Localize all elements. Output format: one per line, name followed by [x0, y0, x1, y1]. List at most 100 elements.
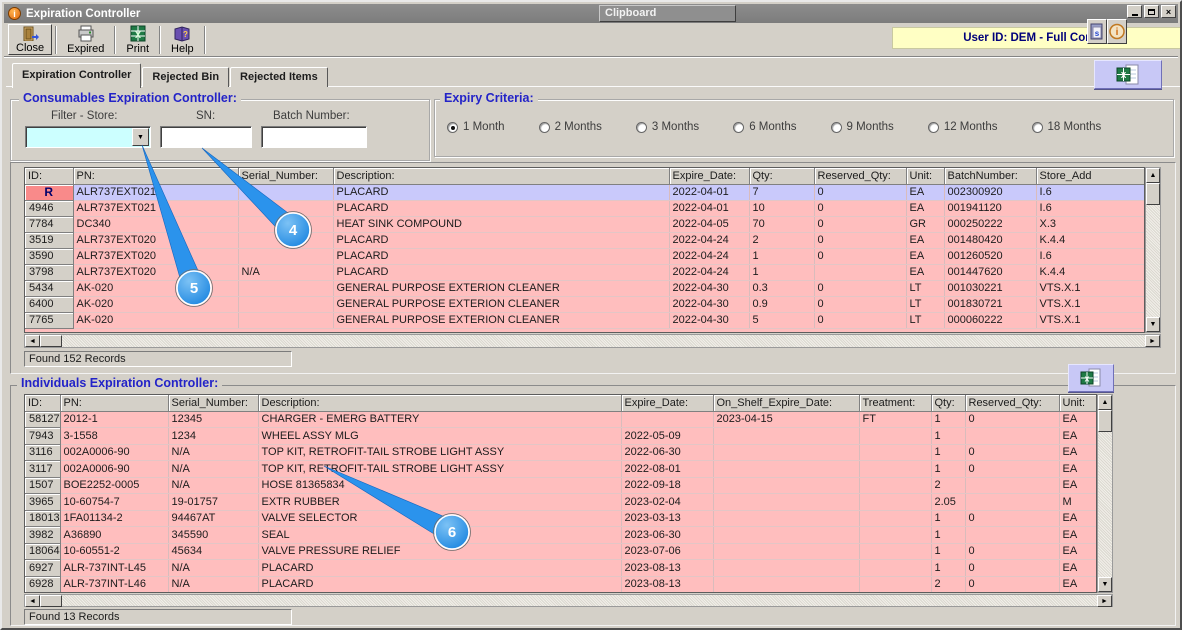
- row-header-cell[interactable]: 1507: [25, 477, 61, 494]
- column-header[interactable]: Unit:: [906, 168, 945, 185]
- column-header[interactable]: Qty:: [931, 395, 966, 412]
- help-button[interactable]: ? Help: [164, 24, 201, 55]
- table-row[interactable]: 3798 ALR737EXT020 N/A PLACARD 2022-04-24…: [25, 264, 1144, 281]
- scroll-down-icon[interactable]: ▼: [1098, 577, 1112, 592]
- column-header[interactable]: Treatment:: [859, 395, 932, 412]
- clipboard-window-title[interactable]: Clipboard: [599, 5, 736, 22]
- row-header-cell[interactable]: 3982: [25, 526, 61, 544]
- tab[interactable]: Expiration Controller: [12, 63, 142, 88]
- column-header[interactable]: Serial_Number:: [238, 168, 334, 185]
- table-row[interactable]: 1507 BOE2252-0005 N/A HOSE 81365834 2022…: [25, 477, 1096, 494]
- row-header-cell[interactable]: 6928: [25, 576, 61, 592]
- column-header[interactable]: On_Shelf_Expire_Date:: [713, 395, 860, 412]
- column-header[interactable]: Reserved_Qty:: [814, 168, 907, 185]
- table-row[interactable]: 4946 ALR737EXT021 PLACARD 2022-04-01 10 …: [25, 200, 1144, 217]
- consumables-horizontal-scrollbar[interactable]: ◄ ►: [24, 334, 1161, 348]
- scroll-thumb[interactable]: [40, 595, 62, 607]
- table-row[interactable]: 7943 3-1558 1234 WHEEL ASSY MLG 2022-05-…: [25, 427, 1096, 445]
- scroll-thumb[interactable]: [1098, 410, 1112, 432]
- expired-button[interactable]: Expired: [60, 24, 111, 55]
- row-header-cell[interactable]: 3116: [25, 444, 61, 461]
- column-header[interactable]: PN:: [60, 395, 169, 412]
- expiry-radio-option[interactable]: 9 Months: [830, 121, 894, 133]
- scroll-up-icon[interactable]: ▲: [1146, 168, 1160, 183]
- column-header[interactable]: BatchNumber:: [944, 168, 1037, 185]
- export-excel-button-individuals[interactable]: X: [1068, 364, 1114, 392]
- row-header-cell[interactable]: 18013: [25, 510, 61, 527]
- individuals-horizontal-scrollbar[interactable]: ◄ ►: [24, 594, 1113, 607]
- close-button[interactable]: Close: [8, 24, 53, 55]
- row-header-cell[interactable]: 3519: [25, 232, 74, 249]
- scroll-left-icon[interactable]: ◄: [25, 595, 40, 607]
- table-row[interactable]: 18064 10-60551-2 45634 VALVE PRESSURE RE…: [25, 543, 1096, 560]
- row-header-cell[interactable]: 6400: [25, 296, 74, 313]
- expiry-radio-option[interactable]: 12 Months: [927, 121, 998, 133]
- row-header-cell[interactable]: 3798: [25, 264, 74, 281]
- column-header[interactable]: Serial_Number:: [168, 395, 259, 412]
- row-header-cell[interactable]: 3117: [25, 460, 61, 478]
- table-row[interactable]: 3519 ALR737EXT020 PLACARD 2022-04-24 2 0…: [25, 232, 1144, 249]
- scroll-thumb[interactable]: [1146, 183, 1160, 205]
- consumables-vertical-scrollbar[interactable]: ▲ ▼: [1145, 167, 1161, 333]
- sn-input[interactable]: [160, 126, 252, 148]
- info-tool-button[interactable]: i: [1107, 19, 1127, 44]
- row-header-cell[interactable]: 6927: [25, 559, 61, 577]
- table-row[interactable]: 58127 2012-1 12345 CHARGER - EMERG BATTE…: [25, 411, 1096, 428]
- filter-store-combobox[interactable]: ▼: [25, 126, 151, 148]
- table-row[interactable]: 3965 10-60754-7 19-01757 EXTR RUBBER 202…: [25, 493, 1096, 511]
- column-header[interactable]: Store_Add: [1036, 168, 1144, 185]
- row-header-cell[interactable]: R: [25, 184, 74, 201]
- close-window-button[interactable]: ×: [1161, 5, 1176, 18]
- individuals-vertical-scrollbar[interactable]: ▲ ▼: [1097, 394, 1113, 593]
- table-row[interactable]: 6927 ALR-737INT-L45 N/A PLACARD 2023-08-…: [25, 559, 1096, 577]
- expiry-radio-option[interactable]: 18 Months: [1031, 121, 1101, 133]
- table-row[interactable]: 5434 AK-020 GENERAL PURPOSE EXTERION CLE…: [25, 280, 1144, 297]
- tab[interactable]: Rejected Items: [230, 67, 328, 87]
- column-header[interactable]: Description:: [258, 395, 622, 412]
- row-header-cell[interactable]: 4946: [25, 200, 74, 217]
- batch-number-input[interactable]: [261, 126, 367, 148]
- table-row[interactable]: 3982 A36890 345590 SEAL 2023-06-30 1 EA: [25, 526, 1096, 544]
- column-header[interactable]: ID:: [25, 168, 74, 185]
- table-row[interactable]: R ALR737EXT021 PLACARD 2022-04-01 7 0 EA…: [25, 184, 1144, 201]
- table-row[interactable]: 18013 1FA01134-2 94467AT VALVE SELECTOR …: [25, 510, 1096, 527]
- print-button[interactable]: X Print: [119, 24, 156, 55]
- column-header[interactable]: Expire_Date:: [621, 395, 714, 412]
- column-header[interactable]: Reserved_Qty:: [965, 395, 1060, 412]
- column-header[interactable]: Expire_Date:: [669, 168, 750, 185]
- table-row[interactable]: 7765 AK-020 GENERAL PURPOSE EXTERION CLE…: [25, 312, 1144, 329]
- chevron-down-icon[interactable]: ▼: [132, 128, 149, 146]
- expiry-radio-option[interactable]: 6 Months: [733, 121, 797, 133]
- expiry-radio-option[interactable]: 3 Months: [635, 121, 699, 133]
- scroll-right-icon[interactable]: ►: [1097, 595, 1112, 607]
- table-row[interactable]: 7784 DC340 HEAT SINK COMPOUND 2022-04-05…: [25, 216, 1144, 233]
- expiry-radio-option[interactable]: 1 Month: [447, 121, 505, 133]
- row-header-cell[interactable]: 3590: [25, 248, 74, 265]
- column-header[interactable]: Description:: [333, 168, 670, 185]
- clipboard-tool-button[interactable]: s: [1087, 19, 1107, 44]
- scroll-thumb[interactable]: [40, 335, 62, 347]
- table-row[interactable]: 3117 002A0006-90 N/A TOP KIT, RETROFIT-T…: [25, 460, 1096, 478]
- row-header-cell[interactable]: 7943: [25, 427, 61, 445]
- export-excel-button-consumables[interactable]: X: [1094, 60, 1162, 89]
- expiry-radio-option[interactable]: 2 Months: [538, 121, 602, 133]
- column-header[interactable]: Unit:: [1059, 395, 1096, 412]
- row-header-cell[interactable]: 58127: [25, 411, 61, 428]
- table-row[interactable]: 3116 002A0006-90 N/A TOP KIT, RETROFIT-T…: [25, 444, 1096, 461]
- row-header-cell[interactable]: 7765: [25, 312, 74, 329]
- scroll-down-icon[interactable]: ▼: [1146, 317, 1160, 332]
- minimize-button[interactable]: [1127, 5, 1142, 18]
- row-header-cell[interactable]: 7784: [25, 216, 74, 233]
- table-row[interactable]: 3590 ALR737EXT020 PLACARD 2022-04-24 1 0…: [25, 248, 1144, 265]
- tab[interactable]: Rejected Bin: [142, 67, 230, 87]
- column-header[interactable]: PN:: [73, 168, 239, 185]
- column-header[interactable]: Qty:: [749, 168, 815, 185]
- scroll-right-icon[interactable]: ►: [1145, 335, 1160, 347]
- scroll-left-icon[interactable]: ◄: [25, 335, 40, 347]
- column-header[interactable]: ID:: [25, 395, 61, 412]
- scroll-up-icon[interactable]: ▲: [1098, 395, 1112, 410]
- restore-button[interactable]: [1144, 5, 1159, 18]
- table-row[interactable]: 6928 ALR-737INT-L46 N/A PLACARD 2023-08-…: [25, 576, 1096, 592]
- row-header-cell[interactable]: 5434: [25, 280, 74, 297]
- table-row[interactable]: 6400 AK-020 GENERAL PURPOSE EXTERION CLE…: [25, 296, 1144, 313]
